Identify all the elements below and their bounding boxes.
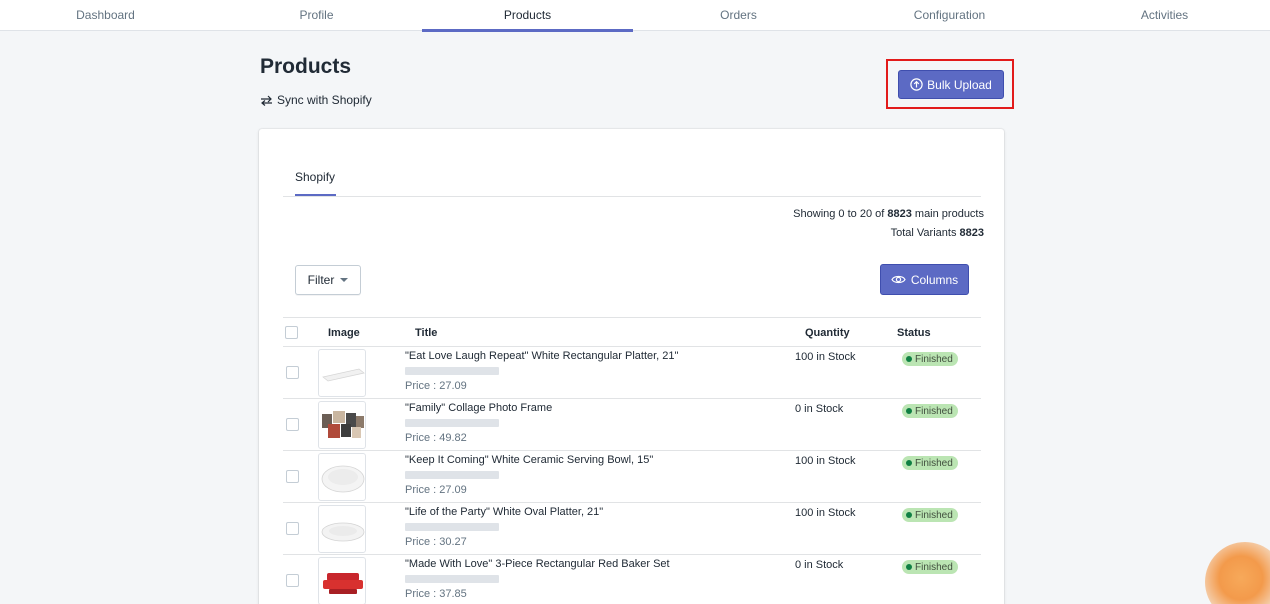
product-quantity: 100 in Stock <box>795 455 856 467</box>
product-image-white-platter <box>318 349 366 397</box>
product-price: Price : 30.27 <box>405 536 467 548</box>
product-title: "Keep It Coming" White Ceramic Serving B… <box>405 454 654 466</box>
status-dot-icon <box>906 564 912 570</box>
bulk-upload-label: Bulk Upload <box>927 77 992 92</box>
status-label: Finished <box>915 405 953 417</box>
row-checkbox[interactable] <box>286 574 299 587</box>
columns-button[interactable]: Columns <box>880 264 969 295</box>
product-title: "Life of the Party" White Oval Platter, … <box>405 506 604 518</box>
sku-redacted <box>405 419 499 427</box>
columns-label: Columns <box>910 272 959 287</box>
upload-arrow-icon <box>910 78 923 91</box>
product-title: "Eat Love Laugh Repeat" White Rectangula… <box>405 350 679 362</box>
status-badge: Finished <box>902 560 958 574</box>
tab-dashboard[interactable]: Dashboard <box>0 0 211 31</box>
showing-prefix: Showing 0 to 20 of <box>793 208 888 220</box>
status-badge: Finished <box>902 352 958 366</box>
sku-redacted <box>405 367 499 375</box>
tab-shopify[interactable]: Shopify <box>295 170 335 184</box>
tab-orders[interactable]: Orders <box>633 0 844 31</box>
tab-activities[interactable]: Activities <box>1059 0 1270 31</box>
select-all-checkbox[interactable] <box>285 326 298 339</box>
product-image-photo-frame <box>318 401 366 449</box>
sku-redacted <box>405 471 499 479</box>
table-row[interactable]: "Made With Love" 3-Piece Rectangular Red… <box>283 555 981 604</box>
status-dot-icon <box>906 512 912 518</box>
product-price: Price : 27.09 <box>405 380 467 392</box>
tabs-divider <box>283 196 981 197</box>
column-header-quantity: Quantity <box>805 327 850 339</box>
sku-redacted <box>405 523 499 531</box>
status-badge: Finished <box>902 456 958 470</box>
row-checkbox[interactable] <box>286 366 299 379</box>
sku-redacted <box>405 575 499 583</box>
status-dot-icon <box>906 356 912 362</box>
chat-widget-icon[interactable] <box>1205 542 1270 604</box>
filter-label: Filter <box>307 273 335 287</box>
tab-profile[interactable]: Profile <box>211 0 422 31</box>
variants-count: 8823 <box>959 227 984 239</box>
product-image-white-bowl <box>318 453 366 501</box>
sync-arrows-icon <box>261 95 272 106</box>
showing-suffix: main products <box>911 208 984 220</box>
status-badge: Finished <box>902 404 958 418</box>
status-label: Finished <box>915 457 953 469</box>
product-quantity: 0 in Stock <box>795 559 844 571</box>
caret-down-icon <box>340 278 349 282</box>
status-label: Finished <box>915 353 953 365</box>
product-price: Price : 49.82 <box>405 432 467 444</box>
product-image-red-baker <box>318 557 366 604</box>
tab-configuration[interactable]: Configuration <box>844 0 1055 31</box>
status-label: Finished <box>915 509 953 521</box>
page-title: Products <box>260 55 352 78</box>
column-header-title: Title <box>415 327 438 339</box>
eye-icon <box>891 275 906 284</box>
product-title: "Family" Collage Photo Frame <box>405 402 553 414</box>
product-quantity: 0 in Stock <box>795 403 844 415</box>
row-checkbox[interactable] <box>286 418 299 431</box>
product-quantity: 100 in Stock <box>795 507 856 519</box>
sync-with-shopify-link[interactable]: Sync with Shopify <box>260 93 372 107</box>
column-header-image: Image <box>328 327 360 339</box>
table-row[interactable]: "Life of the Party" White Oval Platter, … <box>283 503 981 555</box>
sync-label: Sync with Shopify <box>277 93 372 107</box>
status-badge: Finished <box>902 508 958 522</box>
filter-button[interactable]: Filter <box>295 265 361 295</box>
tab-products[interactable]: Products <box>422 0 633 32</box>
table-header: Image Title Quantity Status <box>283 317 981 347</box>
top-nav: Dashboard Profile Products Orders Config… <box>0 0 1270 32</box>
row-checkbox[interactable] <box>286 522 299 535</box>
status-label: Finished <box>915 561 953 573</box>
table-row[interactable]: "Keep It Coming" White Ceramic Serving B… <box>283 451 981 503</box>
product-quantity: 100 in Stock <box>795 351 856 363</box>
product-title: "Made With Love" 3-Piece Rectangular Red… <box>405 558 670 570</box>
status-dot-icon <box>906 460 912 466</box>
showing-count: 8823 <box>887 208 912 220</box>
product-price: Price : 37.85 <box>405 588 467 600</box>
column-header-status: Status <box>897 327 931 339</box>
product-image-oval-platter <box>318 505 366 553</box>
table-row[interactable]: "Family" Collage Photo Frame Price : 49.… <box>283 399 981 451</box>
total-variants-text: Total Variants 8823 <box>891 227 984 239</box>
table-row[interactable]: "Eat Love Laugh Repeat" White Rectangula… <box>283 347 981 399</box>
row-checkbox[interactable] <box>286 470 299 483</box>
product-price: Price : 27.09 <box>405 484 467 496</box>
status-dot-icon <box>906 408 912 414</box>
showing-count-text: Showing 0 to 20 of 8823 main products <box>793 208 984 220</box>
bulk-upload-button[interactable]: Bulk Upload <box>898 70 1004 99</box>
variants-prefix: Total Variants <box>890 227 960 239</box>
